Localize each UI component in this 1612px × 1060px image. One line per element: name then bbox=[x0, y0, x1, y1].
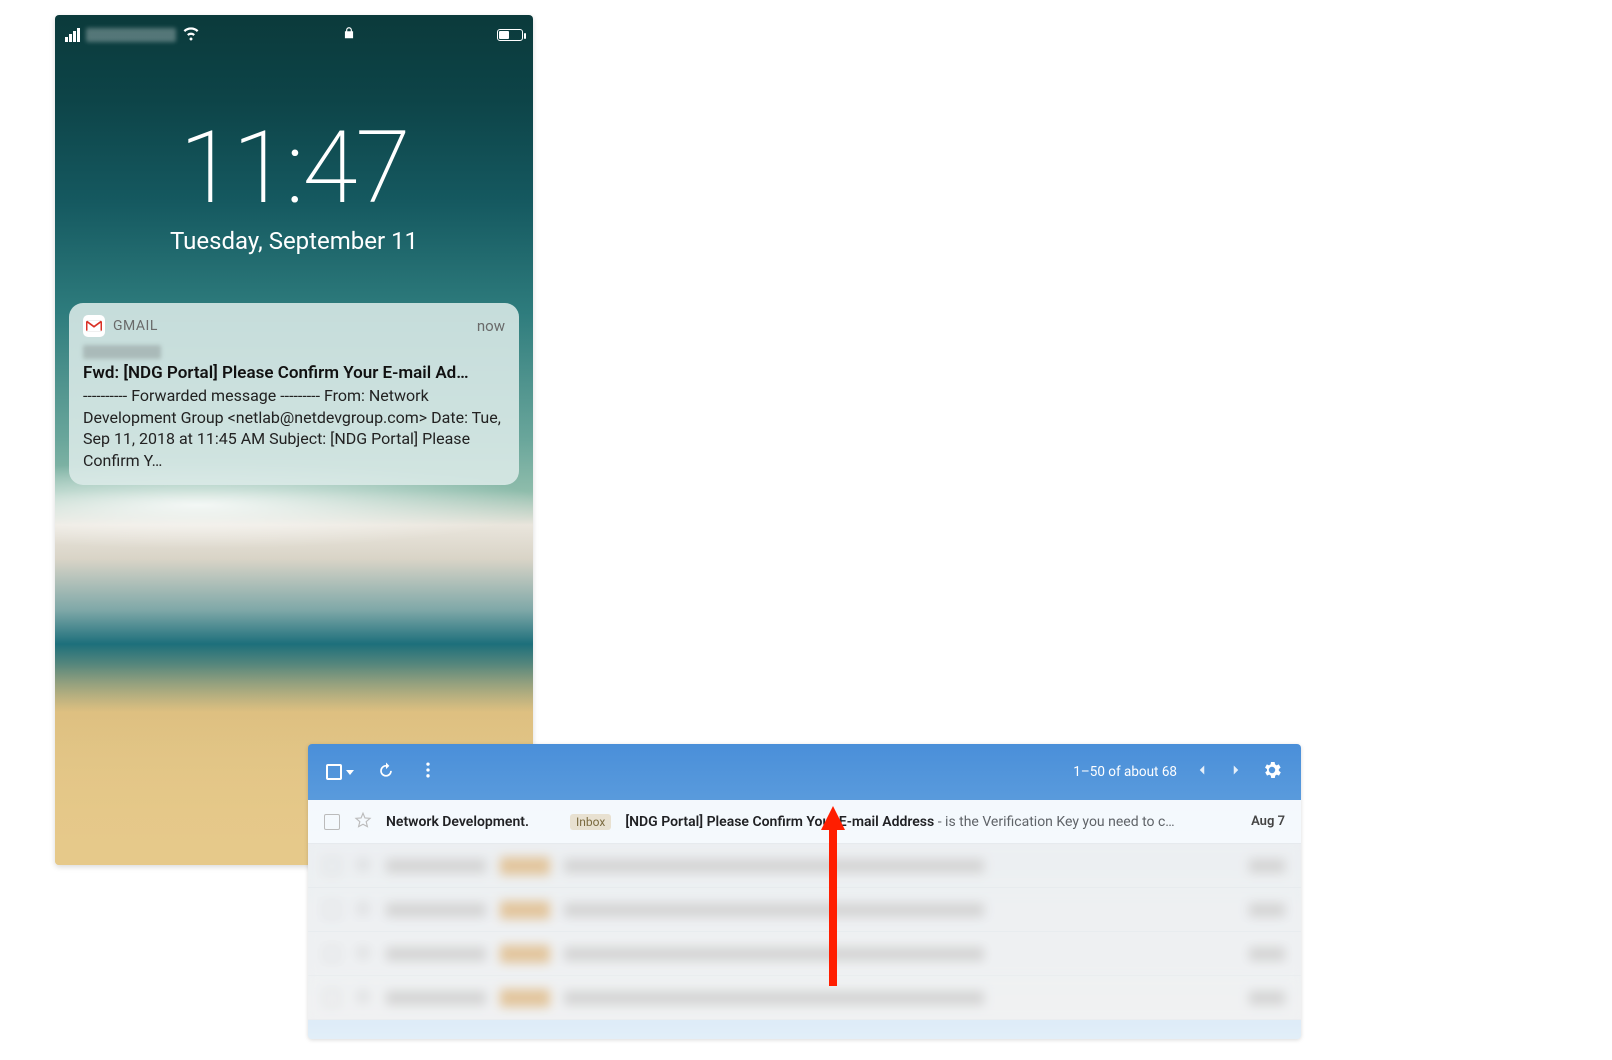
next-page-button[interactable] bbox=[1227, 761, 1245, 783]
row-subject-line: [NDG Portal] Please Confirm Your E-mail … bbox=[625, 814, 1237, 830]
mail-row-redacted bbox=[308, 976, 1301, 1020]
notification-time: now bbox=[477, 317, 505, 335]
refresh-button[interactable] bbox=[376, 760, 396, 784]
battery-icon bbox=[497, 29, 523, 41]
status-bar bbox=[55, 15, 533, 49]
row-subject: [NDG Portal] Please Confirm Your E-mail … bbox=[625, 814, 934, 830]
select-all-checkbox[interactable] bbox=[326, 764, 354, 780]
notification-sender-redacted bbox=[83, 345, 161, 359]
prev-page-button[interactable] bbox=[1193, 761, 1211, 783]
mail-row-redacted bbox=[308, 844, 1301, 888]
notification-card[interactable]: GMAIL now Fwd: [NDG Portal] Please Confi… bbox=[69, 303, 519, 485]
gmail-toolbar: 1–50 of about 68 bbox=[308, 744, 1301, 800]
row-checkbox[interactable] bbox=[324, 814, 340, 830]
mail-row-redacted bbox=[308, 932, 1301, 976]
wifi-icon bbox=[182, 24, 200, 46]
row-sender: Network Development. bbox=[386, 814, 556, 830]
notification-title: Fwd: [NDG Portal] Please Confirm Your E-… bbox=[83, 363, 505, 383]
carrier-name-redacted bbox=[86, 28, 176, 42]
lock-icon bbox=[342, 26, 356, 44]
star-icon[interactable] bbox=[354, 811, 372, 833]
chevron-down-icon bbox=[346, 770, 354, 775]
row-snippet: - is the Verification Key you need to c… bbox=[934, 814, 1174, 830]
signal-icon bbox=[65, 28, 80, 42]
mail-row[interactable]: Network Development. Inbox [NDG Portal] … bbox=[308, 800, 1301, 844]
settings-button[interactable] bbox=[1261, 759, 1283, 785]
phone-lockscreen: 11:47 Tuesday, September 11 GMAIL now Fw… bbox=[55, 15, 533, 865]
notification-app-name: GMAIL bbox=[113, 318, 158, 334]
lockscreen-clock: 11:47 Tuesday, September 11 bbox=[55, 119, 533, 255]
pagination-text: 1–50 of about 68 bbox=[1073, 764, 1177, 780]
inbox-label: Inbox bbox=[570, 814, 611, 830]
clock-time: 11:47 bbox=[55, 119, 533, 219]
notification-body: ---------- Forwarded message --------- F… bbox=[83, 385, 505, 471]
row-date: Aug 7 bbox=[1251, 814, 1285, 829]
gmail-app-icon bbox=[83, 315, 105, 337]
clock-date: Tuesday, September 11 bbox=[55, 227, 533, 255]
gmail-inbox-pane: 1–50 of about 68 Network Development. In… bbox=[308, 744, 1301, 1039]
mail-list: Network Development. Inbox [NDG Portal] … bbox=[308, 800, 1301, 1039]
mail-row-redacted bbox=[308, 888, 1301, 932]
more-button[interactable] bbox=[418, 760, 438, 784]
